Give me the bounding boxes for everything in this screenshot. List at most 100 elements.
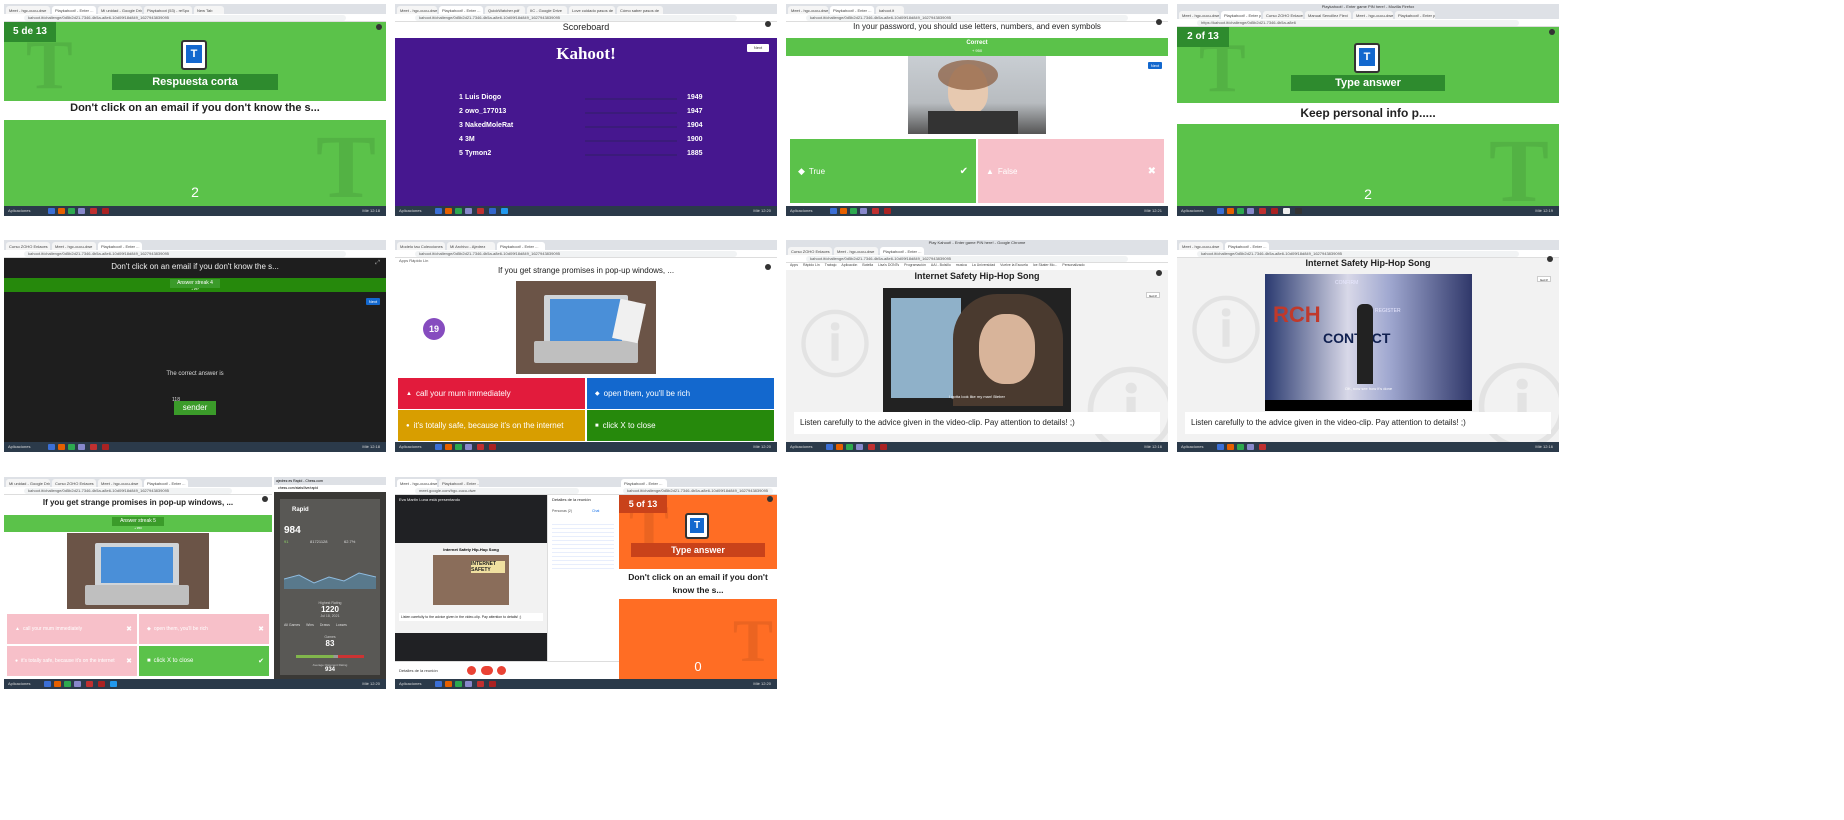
browser-tab[interactable]: Playkahoot (53) - reSpo	[144, 6, 192, 14]
app-icon[interactable]	[1247, 208, 1254, 214]
mic-button[interactable]	[467, 666, 476, 675]
answer-false[interactable]: ▲ False ✖	[978, 139, 1164, 203]
app-icon[interactable]	[78, 208, 85, 214]
browser-tab[interactable]: Playkahoot! - Enter ...	[98, 242, 142, 250]
bookmark[interactable]: La Universidad	[972, 263, 995, 267]
url-field[interactable]: kahoot.it/challenge/0d5b2d21-7346-4b5a-a…	[24, 488, 232, 494]
browser-tab[interactable]: Manual Sencillez Flexi	[1305, 11, 1351, 19]
bookmark[interactable]: Lisa's DONTs	[878, 263, 899, 267]
url-field[interactable]: https://kahoot.it/challenge/0d5b2d21-734…	[1197, 20, 1519, 26]
skip-button[interactable]: Got it!	[1146, 292, 1160, 298]
app-icon[interactable]	[445, 681, 452, 687]
browser-tab[interactable]: Meet - hgc-cucu-dwe	[52, 242, 96, 250]
close-icon[interactable]	[262, 496, 268, 502]
bookmark[interactable]: Personalizado	[1062, 263, 1084, 267]
next-button[interactable]: Next	[747, 44, 769, 52]
browser-tab[interactable]: Playkahoot! - Enter ...	[144, 479, 188, 487]
app-icon[interactable]	[884, 208, 891, 214]
bookmark[interactable]: Programación	[904, 263, 926, 267]
url-field[interactable]: kahoot.it/challenge/0d5b2d21-7346-4b5a-a…	[415, 15, 737, 21]
taskbar-menu[interactable]: Aplicaciones	[1181, 208, 1203, 213]
app-icon[interactable]	[1271, 208, 1278, 214]
taskbar-menu[interactable]: Aplicaciones	[399, 444, 421, 449]
app-icon[interactable]	[455, 681, 462, 687]
app-icon[interactable]	[1237, 444, 1244, 450]
app-icon[interactable]	[90, 444, 97, 450]
app-icon[interactable]	[78, 444, 85, 450]
answer-gold[interactable]: ● it's totally safe, because it's on the…	[7, 646, 137, 676]
app-icon[interactable]	[90, 208, 97, 214]
answer-true[interactable]: ◆ True ✔	[790, 139, 976, 203]
app-icon[interactable]	[489, 681, 496, 687]
app-icon[interactable]	[58, 208, 65, 214]
browser-tab[interactable]: Meet - hgc-cucu-dwe	[834, 247, 878, 255]
app-icon[interactable]	[86, 681, 93, 687]
app-icon[interactable]	[455, 444, 462, 450]
video-player[interactable]: RCH CONFIRM REGISTER CONTACT OK, now see…	[1265, 274, 1472, 411]
url-field[interactable]: kahoot.it/challenge/0d5b2d21-7346-4b5a-a…	[1197, 251, 1519, 257]
browser-tab[interactable]: Meet - hgc-cucu-dwe	[98, 479, 142, 487]
app-icon[interactable]	[489, 208, 496, 214]
url-field[interactable]: kahoot.it/challenge/0d5b2d21-7346-4b5a-a…	[806, 256, 1128, 262]
taskbar-menu[interactable]: Aplicaciones	[8, 208, 30, 213]
taskbar-menu[interactable]: Aplicaciones	[1181, 444, 1203, 449]
taskbar-menu[interactable]: Aplicaciones	[8, 681, 30, 686]
browser-tab[interactable]: Playkahoot! - Enter ...	[621, 479, 667, 487]
answer-blue[interactable]: ◆ open them, you'll be rich	[587, 378, 774, 409]
url-field[interactable]: meet.google.com/hgc-cucu-dwe	[415, 488, 579, 494]
meeting-details-label[interactable]: Detalles de la reunión	[399, 668, 438, 673]
bookmark[interactable]: Trabajo	[825, 263, 837, 267]
app-icon[interactable]	[1247, 444, 1254, 450]
bookmark[interactable]: Aplicación	[841, 263, 857, 267]
games-tab[interactable]: All Games	[284, 623, 300, 627]
browser-tab[interactable]: Meet - hgc-cucu-dwe	[1179, 11, 1219, 19]
app-icon[interactable]	[1237, 208, 1244, 214]
app-icon[interactable]	[856, 444, 863, 450]
app-icon[interactable]	[465, 208, 472, 214]
answer-green[interactable]: ■ click X to close ✔	[139, 646, 269, 676]
bookmark[interactable]: musica	[956, 263, 967, 267]
browser-tab[interactable]: Curso ZOHO Enlaces	[6, 242, 50, 250]
app-icon[interactable]	[477, 681, 484, 687]
expand-icon[interactable]: ⤢	[375, 260, 380, 267]
browser-tab[interactable]: Playkahoot! - Enter ...	[497, 242, 545, 250]
app-icon[interactable]	[1217, 208, 1224, 214]
app-icon[interactable]	[68, 444, 75, 450]
app-icon[interactable]	[880, 444, 887, 450]
app-icon[interactable]	[110, 681, 117, 687]
app-icon[interactable]	[868, 444, 875, 450]
bookmark[interactable]: Botella	[862, 263, 873, 267]
browser-tab[interactable]: Meet - hgc-cucu-dwe	[397, 6, 437, 14]
taskbar-menu[interactable]: Aplicaciones	[790, 444, 812, 449]
app-icon[interactable]	[860, 208, 867, 214]
browser-tab[interactable]: Playkahoot! - Enter ...	[52, 6, 96, 14]
browser-tab[interactable]: Meet - hgc-cucu-dwe	[1353, 11, 1393, 19]
browser-tab[interactable]: Playkahoot! - Enter ...	[880, 247, 924, 255]
close-icon[interactable]	[765, 21, 771, 27]
url-field[interactable]: kahoot.it/challenge/0d5b2d21-7346-4b5a-a…	[24, 15, 346, 21]
app-icon[interactable]	[102, 208, 109, 214]
next-button[interactable]: Next	[1148, 62, 1162, 69]
browser-tab[interactable]: QuickWatcher.pdf	[485, 6, 525, 14]
close-icon[interactable]	[1156, 19, 1162, 25]
people-tab[interactable]: Personas (2)	[552, 509, 572, 513]
app-icon[interactable]	[445, 208, 452, 214]
bookmark[interactable]: Apps	[790, 263, 798, 267]
browser-tab[interactable]: Mi unidad - Google Driv	[98, 6, 142, 14]
answer-blue[interactable]: ◆ open them, you'll be rich ✖	[139, 614, 269, 644]
bookmark[interactable]: AAI - Bolsillo	[931, 263, 951, 267]
app-icon[interactable]	[1283, 208, 1290, 214]
app-icon[interactable]	[840, 208, 847, 214]
close-icon[interactable]	[1549, 29, 1555, 35]
app-icon[interactable]	[74, 681, 81, 687]
app-icon[interactable]	[1259, 444, 1266, 450]
close-icon[interactable]	[376, 24, 382, 30]
taskbar-menu[interactable]: Aplicaciones	[399, 208, 421, 213]
browser-tab[interactable]: Meet - hgc-cucu-dwe	[788, 6, 828, 14]
app-icon[interactable]	[1227, 208, 1234, 214]
browser-tab[interactable]: Playkahoot! - Enter ...	[830, 6, 874, 14]
close-icon[interactable]	[765, 264, 771, 270]
app-icon[interactable]	[1217, 444, 1224, 450]
video-player[interactable]: I gotta look like my man! Bieber	[883, 288, 1071, 412]
browser-tab[interactable]: Playkahoot! - Enter p...	[1221, 11, 1261, 19]
